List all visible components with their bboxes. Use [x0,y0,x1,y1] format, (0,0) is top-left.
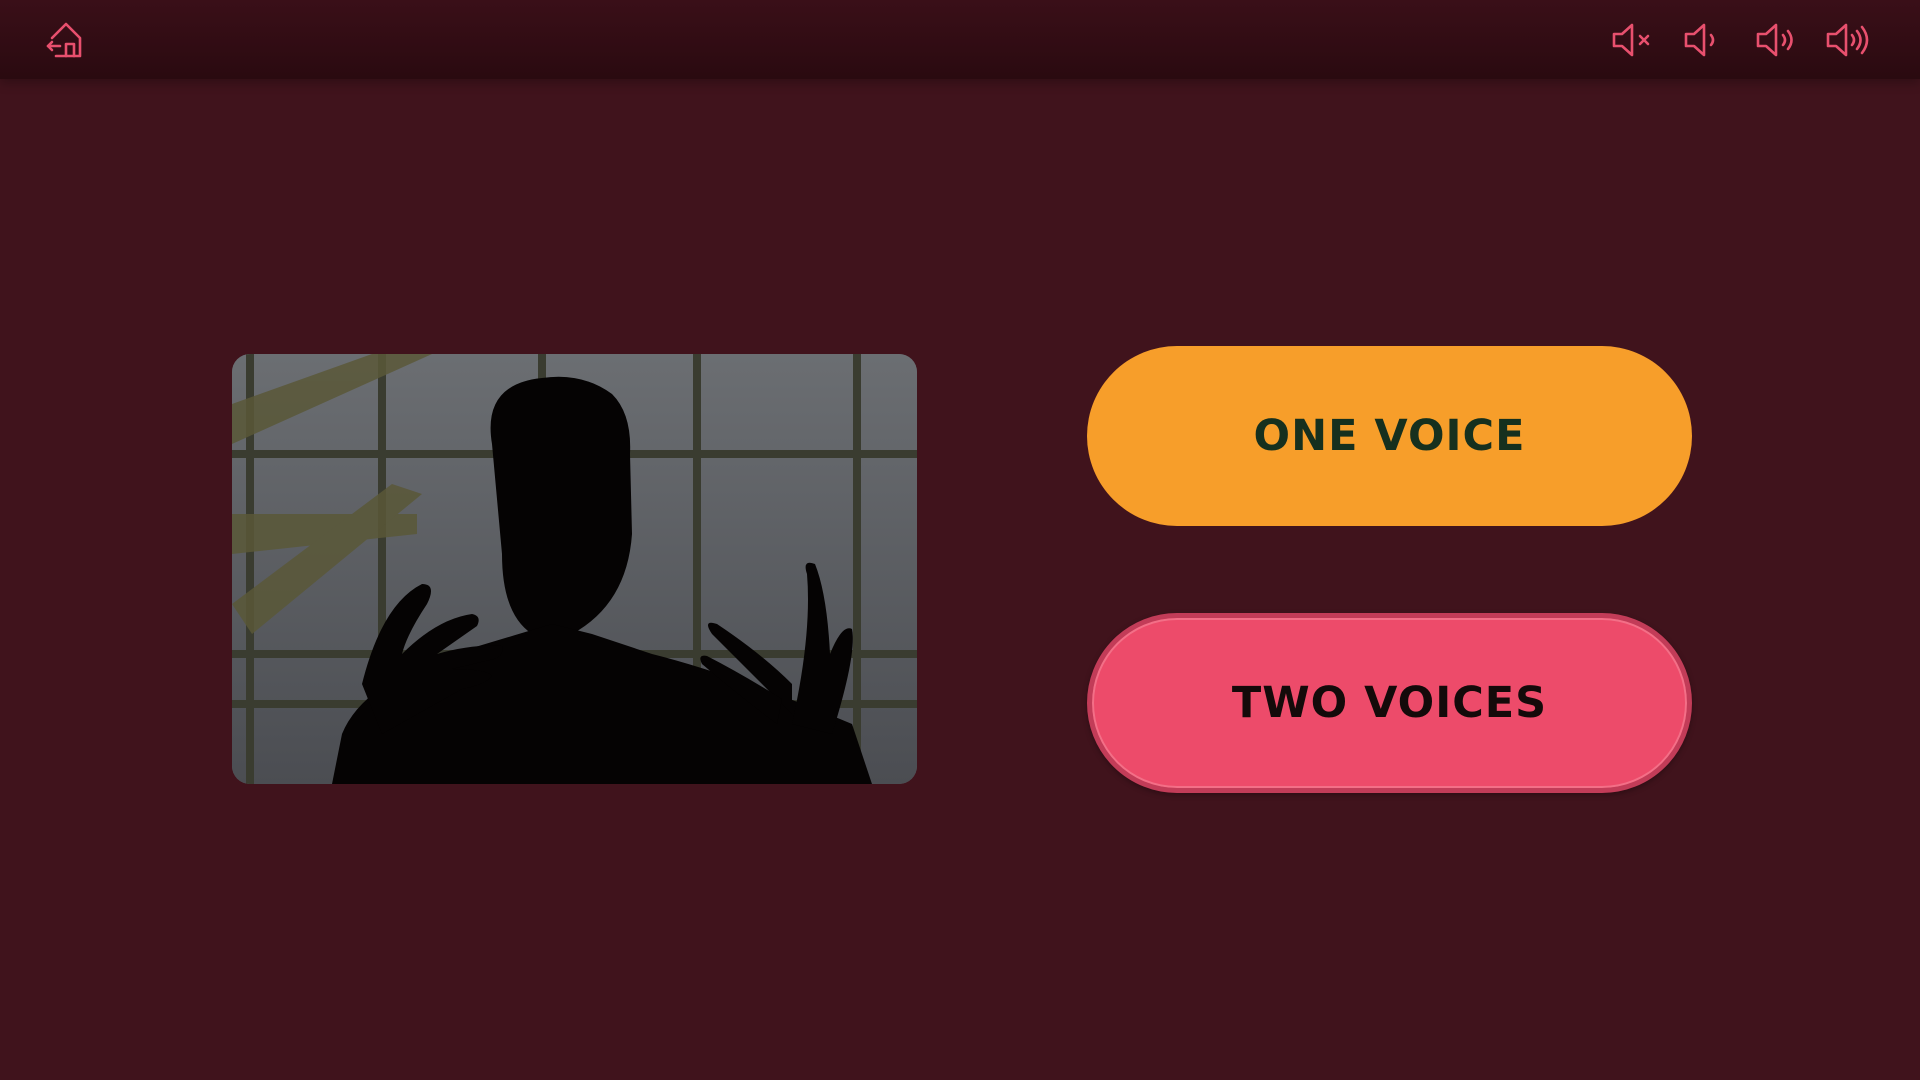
volume-mute-icon[interactable] [1608,16,1656,64]
top-bar [0,0,1920,79]
one-voice-button[interactable]: ONE VOICE [1087,346,1692,526]
volume-controls [1608,16,1872,64]
two-voices-button[interactable]: TWO VOICES [1087,613,1692,793]
volume-high-icon[interactable] [1824,16,1872,64]
volume-low-icon[interactable] [1680,16,1728,64]
video-thumbnail[interactable] [232,354,917,784]
home-icon[interactable] [44,18,88,62]
volume-medium-icon[interactable] [1752,16,1800,64]
